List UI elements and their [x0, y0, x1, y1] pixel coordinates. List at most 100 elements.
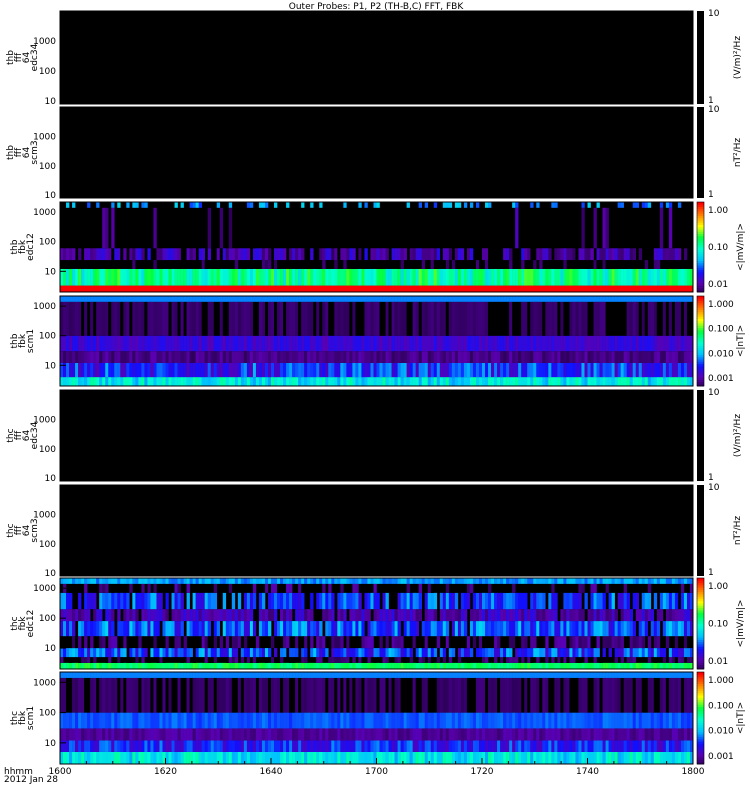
spectrogram-cell: [313, 740, 317, 752]
spectrogram-cell: [665, 248, 670, 261]
spectrogram-cell: [527, 301, 531, 336]
spectrogram-cell: [328, 362, 332, 378]
spectrogram-cell: [650, 362, 655, 378]
spectrogram-cell: [159, 740, 163, 752]
spectrogram-cell: [466, 712, 471, 729]
spectrogram-cell: [81, 362, 85, 378]
spectrogram-cell: [656, 672, 661, 678]
spectrogram-cell: [491, 268, 495, 286]
spectrogram-cell: [608, 285, 612, 292]
spectrogram-cell: [204, 377, 208, 386]
spectrogram-cell: [132, 728, 136, 741]
spectrogram-cell: [132, 296, 136, 302]
spectrogram-cell: [412, 751, 416, 764]
spectrogram-cell: [165, 609, 169, 622]
spectrogram-cell: [400, 728, 404, 741]
spectrogram-cell: [500, 260, 504, 269]
spectrogram-cell: [316, 636, 320, 649]
spectrogram-cell: [207, 740, 212, 752]
spectrogram-cell: [641, 712, 646, 729]
spectrogram-cell: [228, 202, 233, 208]
spectrogram-cell: [418, 648, 423, 658]
spectrogram-cell: [650, 712, 655, 729]
spectrogram-cell: [500, 677, 504, 713]
spectrogram-cell: [686, 377, 691, 386]
spectrogram-cell: [301, 677, 305, 713]
spectrogram-cell: [63, 621, 67, 637]
spectrogram-cell: [472, 301, 477, 336]
spectrogram-cell: [412, 728, 416, 741]
spectrogram-cell: [63, 592, 67, 610]
spectrogram-cell: [201, 677, 205, 713]
spectrogram-cell: [424, 677, 429, 713]
spectrogram-cell: [647, 301, 652, 336]
spectrogram-cell: [135, 648, 139, 658]
spectrogram-cell: [566, 728, 570, 741]
spectrogram-cell: [533, 301, 537, 336]
spectrogram-cell: [472, 751, 477, 764]
spectrogram-cell: [102, 335, 106, 352]
spectrogram-cell: [521, 662, 525, 669]
spectrogram-cell: [328, 583, 332, 593]
y-tick-label: 100: [39, 614, 56, 624]
spectrogram-cell: [165, 728, 169, 741]
spectrogram-cell: [677, 578, 682, 584]
spectrogram-cell: [228, 335, 233, 352]
spectrogram-cell: [367, 677, 371, 713]
spectrogram-cell: [177, 583, 181, 593]
spectrogram-cell: [367, 751, 371, 764]
spectrogram-cell: [617, 621, 621, 637]
spectrogram-cell: [367, 377, 371, 386]
spectrogram-cell: [283, 592, 287, 610]
spectrogram-cell: [334, 740, 338, 752]
spectrogram-cell: [475, 335, 480, 352]
spectrogram-cell: [614, 657, 618, 663]
spectrogram-cell: [662, 285, 667, 292]
spectrogram-cell: [500, 335, 504, 352]
spectrogram-cell: [228, 677, 233, 713]
spectrogram-cell: [442, 609, 447, 622]
spectrogram-cell: [111, 296, 115, 302]
spectrogram-cell: [358, 662, 362, 669]
spectrogram-cell: [186, 728, 190, 741]
spectrogram-cell: [680, 712, 685, 729]
spectrogram-cell: [87, 592, 91, 610]
spectrogram-cell: [340, 672, 344, 678]
spectrogram-cell: [683, 609, 688, 622]
spectrogram-cell: [590, 621, 594, 637]
spectrogram-cell: [430, 592, 435, 610]
spectrogram-cell: [635, 740, 640, 752]
spectrogram-cell: [581, 672, 585, 678]
spectrogram-cell: [382, 268, 386, 286]
spectrogram-cell: [144, 362, 148, 378]
spectrogram-cell: [267, 268, 272, 286]
spectrogram-cell: [301, 592, 305, 610]
spectrogram-cell: [207, 207, 212, 249]
spectrogram-cell: [237, 609, 242, 622]
spectrogram-cell: [424, 648, 429, 658]
spectrogram-cell: [234, 248, 239, 261]
spectrogram-cell: [111, 248, 115, 261]
spectrogram-cell: [364, 609, 368, 622]
spectrogram-cell: [246, 248, 251, 261]
spectrogram-cell: [581, 207, 585, 249]
spectrogram-cell: [497, 301, 501, 336]
spectrogram-cell: [563, 712, 567, 729]
spectrogram-cell: [120, 636, 124, 649]
spectrogram-cell: [277, 248, 281, 261]
spectrogram-cell: [132, 335, 136, 352]
spectrogram-cell: [298, 592, 302, 610]
spectrogram-cell: [503, 609, 507, 622]
spectrogram-cell: [442, 301, 447, 336]
spectrogram-cell: [677, 202, 682, 208]
spectrogram-cell: [542, 335, 546, 352]
spectrogram-cell: [298, 609, 302, 622]
spectrogram-cell: [581, 740, 585, 752]
spectrogram-cell: [466, 377, 471, 386]
spectrogram-cell: [328, 335, 332, 352]
spectrogram-cell: [325, 751, 329, 764]
spectrogram-cell: [656, 351, 661, 363]
spectrogram-cell: [144, 609, 148, 622]
spectrogram-cell: [451, 268, 456, 286]
spectrogram-cell: [261, 296, 266, 302]
